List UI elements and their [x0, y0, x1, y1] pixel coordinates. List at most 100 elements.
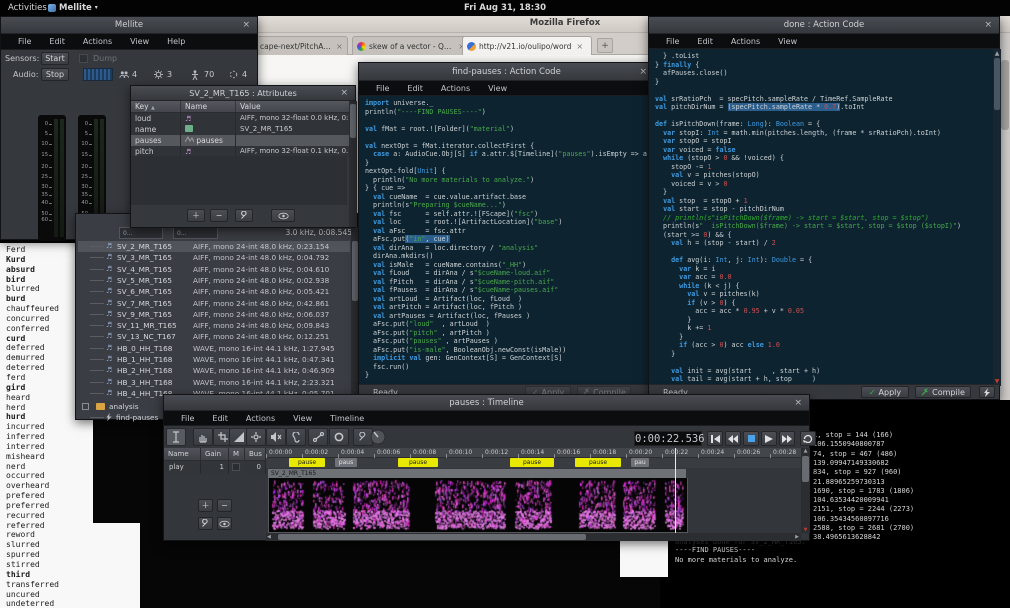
loop-button[interactable] — [800, 431, 816, 446]
attribute-row-pauses[interactable]: pauses pauses — [131, 135, 355, 146]
file-row-SV_6_MR_T165[interactable]: ♬SV_6_MR_T165AIFF, mono 24-int 48.0 kHz,… — [78, 286, 350, 297]
close-icon[interactable]: × — [984, 17, 992, 34]
done-menu-actions[interactable]: Actions — [722, 37, 769, 46]
mute-tool-button[interactable] — [266, 428, 286, 446]
audio-stop-button[interactable]: Stop — [41, 68, 69, 81]
firefox-tab-2[interactable]: http://v21.io/oulipo/word× — [462, 36, 592, 55]
activities-button[interactable]: Activities — [8, 0, 47, 16]
timeline-vscrollbar[interactable]: ▲ ▼ — [801, 448, 810, 533]
mellite-menu-help[interactable]: Help — [158, 37, 194, 46]
find-pauses-code-editor[interactable]: import universe._println("----FIND PAUSE… — [359, 96, 648, 386]
mellite-menu-view[interactable]: View — [121, 37, 158, 46]
track-bus[interactable]: 0 — [245, 461, 266, 474]
tab-close-icon[interactable]: × — [576, 42, 583, 51]
expand-handle-icon[interactable] — [82, 403, 89, 410]
find-pauses-menu-file[interactable]: File — [367, 84, 398, 93]
boost-spinner[interactable]: 0... — [119, 227, 163, 239]
file-row-HB_2_HH_T168[interactable]: ♬HB_2_HH_T168WAVE, mono 16-int 44.1 kHz,… — [78, 365, 350, 376]
column-m[interactable]: M — [229, 448, 245, 461]
remove-track-button[interactable]: − — [217, 499, 232, 512]
file-row-SV_5_MR_T165[interactable]: ♬SV_5_MR_T165AIFF, mono 24-int 48.0 kHz,… — [78, 275, 350, 286]
timeline-menu-edit[interactable]: Edit — [203, 414, 237, 423]
pause-marker[interactable]: pause — [289, 458, 325, 467]
mellite-menu-file[interactable]: File — [9, 37, 40, 46]
timeline-hscrollbar[interactable]: ◀ ▶ — [266, 533, 801, 541]
file-row-HB_1_HH_T168[interactable]: ♬HB_1_HH_T168WAVE, mono 16-int 44.1 kHz,… — [78, 354, 350, 365]
selection-tool-button[interactable] — [166, 428, 186, 446]
timeline-menu-actions[interactable]: Actions — [237, 414, 284, 423]
view-attribute-button[interactable] — [271, 209, 295, 222]
timeline-menu-view[interactable]: View — [284, 414, 321, 423]
function-tool-button[interactable] — [329, 428, 349, 446]
time-display[interactable]: 0:00:22.536 — [634, 431, 702, 446]
file-row-SV_4_MR_T165[interactable]: ♬SV_4_MR_T165AIFF, mono 24-int 48.0 kHz,… — [78, 264, 350, 275]
clock[interactable]: Fri Aug 31, 18:30 — [464, 0, 546, 16]
new-tab-button[interactable]: + — [597, 38, 613, 53]
track-mute-checkbox[interactable] — [232, 463, 240, 471]
remove-attribute-button[interactable]: − — [210, 209, 228, 222]
done-titlebar[interactable]: done : Action Code × — [649, 17, 999, 34]
done-scrollbar[interactable]: ▲ ▼ — [993, 49, 1001, 386]
track-name[interactable]: play — [164, 461, 201, 474]
mellite-titlebar[interactable]: Mellite × — [1, 17, 257, 34]
sensors-start-button[interactable]: Start — [41, 52, 69, 65]
close-icon[interactable]: × — [794, 395, 802, 411]
region-header[interactable]: SV_2_MR_T165 — [268, 469, 686, 478]
sonogram-region[interactable] — [268, 478, 688, 533]
file-row-SV_7_MR_T165[interactable]: ♬SV_7_MR_T165AIFF, mono 24-int 48.0 kHz,… — [78, 298, 350, 309]
add-track-button[interactable]: ＋ — [198, 499, 213, 512]
vscroll-thumb[interactable] — [802, 456, 809, 482]
file-row-SV_3_MR_T165[interactable]: ♬SV_3_MR_T165AIFF, mono 24-int 48.0 kHz,… — [78, 252, 350, 263]
column-name[interactable]: Name — [181, 101, 236, 112]
timeline-menu-timeline[interactable]: Timeline — [321, 414, 373, 423]
attribute-row-name[interactable]: nameSV_2_MR_T165 — [131, 124, 355, 135]
done-menu-file[interactable]: File — [657, 37, 688, 46]
attributes-titlebar[interactable]: SV_2_MR_T165 : Attributes × — [131, 86, 355, 101]
firefox-scrollbar[interactable] — [1000, 33, 1010, 400]
column-value[interactable]: Value — [236, 101, 355, 112]
pause-marker[interactable]: paus — [335, 458, 357, 467]
mellite-menu-edit[interactable]: Edit — [40, 37, 74, 46]
close-icon[interactable]: × — [639, 63, 647, 81]
column-bus[interactable]: Bus — [245, 448, 266, 461]
file-row-SV_9_MR_T165[interactable]: ♬SV_9_MR_T165AIFF, mono 24-int 48.0 kHz,… — [78, 309, 350, 320]
playhead-cursor[interactable] — [675, 448, 676, 533]
app-menu[interactable]: Mellite ▾ — [48, 0, 98, 16]
go-to-start-button[interactable] — [707, 431, 723, 446]
pause-marker[interactable]: pause — [398, 458, 438, 467]
audition-tool-button[interactable] — [286, 428, 306, 446]
file-row-HB_0_HH_T168[interactable]: ♬HB_0_HH_T168WAVE, mono 16-int 44.1 kHz,… — [78, 343, 350, 354]
pause-marker[interactable]: pause — [575, 458, 621, 467]
hscroll-thumb[interactable] — [278, 534, 586, 540]
run-action-button[interactable] — [979, 386, 995, 398]
add-attribute-button[interactable]: ＋ — [187, 209, 205, 222]
scroll-down-icon[interactable]: ▼ — [801, 527, 810, 533]
pause-marker[interactable]: pau — [631, 458, 649, 467]
gain-tool-button[interactable] — [246, 428, 266, 446]
track-view-button[interactable] — [217, 517, 232, 530]
stop-button[interactable] — [743, 431, 759, 446]
mellite-menu-actions[interactable]: Actions — [74, 37, 121, 46]
column-name[interactable]: Name — [164, 448, 201, 461]
play-button[interactable] — [761, 431, 777, 446]
done-menu-edit[interactable]: Edit — [688, 37, 722, 46]
attributes-scrollbar[interactable] — [349, 101, 357, 227]
tab-close-icon[interactable]: × — [336, 42, 343, 51]
file-row-HB_3_HH_T168[interactable]: ♬HB_3_HH_T168WAVE, mono 16-int 44.1 kHz,… — [78, 377, 350, 388]
timeline-titlebar[interactable]: pauses : Timeline × — [164, 395, 809, 411]
compile-button[interactable]: Compile — [915, 386, 971, 398]
apply-button[interactable]: ✓Apply — [861, 386, 909, 398]
close-icon[interactable]: × — [242, 17, 250, 34]
fast-forward-button[interactable] — [779, 431, 795, 446]
done-menu-view[interactable]: View — [769, 37, 806, 46]
column-key[interactable]: Key ▲ — [131, 101, 181, 112]
close-icon[interactable]: × — [340, 86, 348, 101]
file-row-SV_11_MR_T165[interactable]: ♬SV_11_MR_T165AIFF, mono 24-int 48.0 kHz… — [78, 320, 350, 331]
timeline-menu-file[interactable]: File — [172, 414, 203, 423]
find-pauses-menu-edit[interactable]: Edit — [398, 84, 432, 93]
find-pauses-menu-actions[interactable]: Actions — [432, 84, 479, 93]
track-edit-button[interactable] — [198, 517, 213, 530]
patch-tool-button[interactable] — [308, 428, 328, 446]
scroll-up-icon[interactable]: ▲ — [801, 448, 810, 454]
file-row-SV_2_MR_T165[interactable]: ♬SV_2_MR_T165AIFF, mono 24-int 48.0 kHz,… — [78, 241, 350, 252]
